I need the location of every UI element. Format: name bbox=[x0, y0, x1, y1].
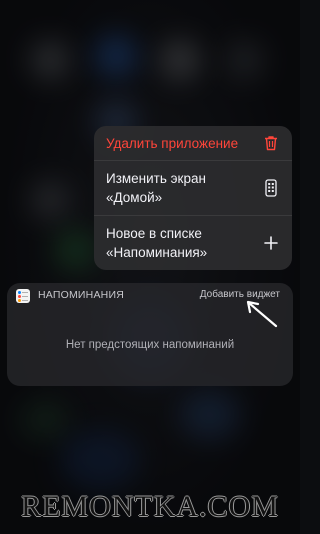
widget-app-name: НАПОМИНАНИЯ bbox=[38, 289, 124, 301]
watermark: REMONTKA.COM bbox=[21, 490, 279, 523]
menu-item-new-reminder[interactable]: Новое в списке «Напоминания» bbox=[94, 215, 292, 270]
plus-icon bbox=[262, 234, 280, 252]
menu-item-delete-app[interactable]: Удалить приложение bbox=[94, 126, 292, 160]
pointer-arrow-icon bbox=[246, 300, 278, 328]
menu-item-new-reminder-label: Новое в списке «Напоминания» bbox=[106, 226, 208, 260]
reminders-app-icon bbox=[16, 289, 30, 303]
menu-item-delete-app-label: Удалить приложение bbox=[106, 135, 239, 151]
context-menu: Удалить приложение Изменить экран «Домой… bbox=[94, 126, 292, 270]
menu-item-edit-home-screen[interactable]: Изменить экран «Домой» bbox=[94, 160, 292, 215]
trash-icon bbox=[262, 134, 280, 152]
menu-item-edit-home-screen-label: Изменить экран «Домой» bbox=[106, 171, 206, 205]
widget-empty-text: Нет предстоящих напоминаний bbox=[65, 339, 235, 351]
phone-screen-icon bbox=[262, 179, 280, 197]
